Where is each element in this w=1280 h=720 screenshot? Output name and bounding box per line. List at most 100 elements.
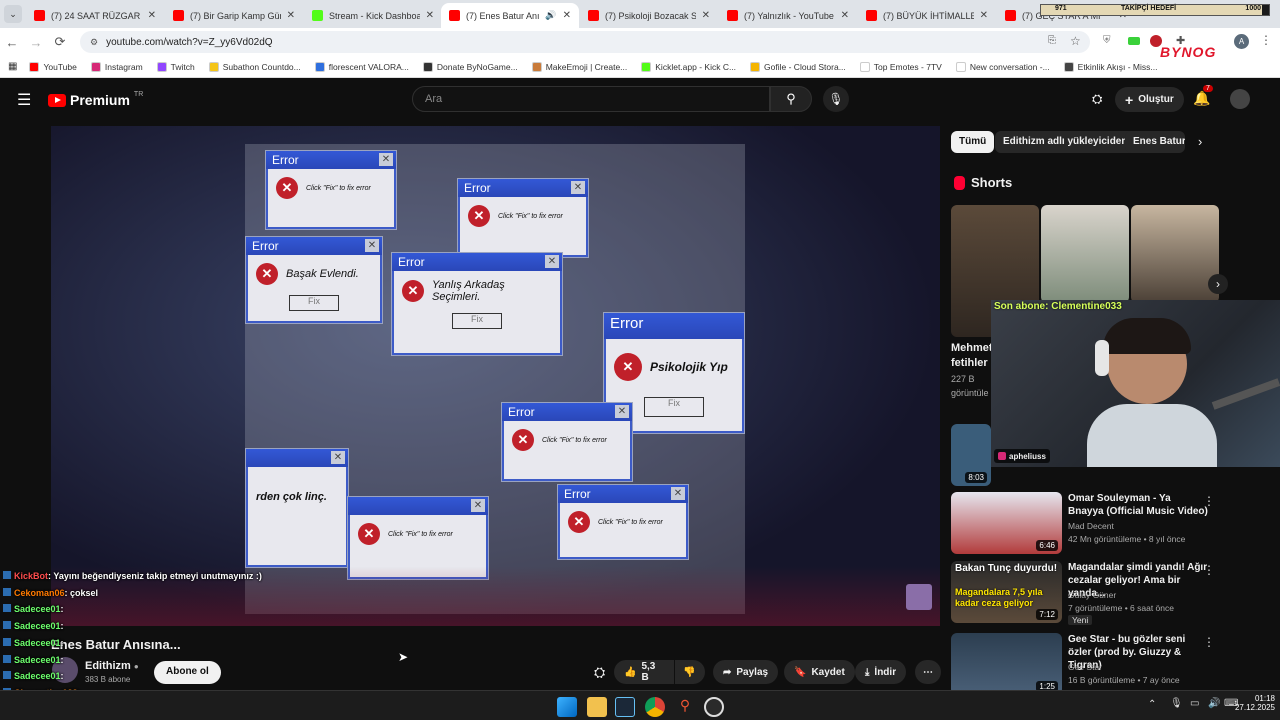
bookmark-item[interactable]: Gofile - Cloud Stora... — [750, 61, 846, 72]
chip-uploader[interactable]: Edithizm adlı yükleyiciden — [995, 131, 1136, 153]
address-bar[interactable]: ⚙ youtube.com/watch?v=Z_yy6Vd02dQ — [80, 31, 1090, 53]
extension-green-icon[interactable] — [1128, 37, 1140, 45]
bookmark-star-icon[interactable]: ☆ — [1070, 34, 1081, 48]
short-thumbnail[interactable] — [1131, 205, 1219, 303]
browser-tab[interactable]: (7) Yalnızlık - YouTube ✕ — [719, 3, 857, 28]
voice-search-button[interactable]: 🎙 — [823, 86, 849, 112]
video-thumbnail: Bakan Tunç duyurdu! Magandalara 7,5 yıla … — [951, 561, 1062, 623]
clock[interactable]: 01:18 27.12.2025 — [1225, 694, 1275, 712]
browser-tab[interactable]: Stream - Kick Dashboard ✕ — [304, 3, 442, 28]
install-icon[interactable]: ⎘ — [1048, 35, 1056, 46]
create-button[interactable]: + Oluştur — [1115, 87, 1184, 112]
more-options-icon[interactable]: ⋮ — [1203, 563, 1215, 577]
tab-close-icon[interactable]: ✕ — [702, 10, 710, 21]
file-explorer-icon[interactable] — [587, 697, 607, 717]
tab-close-icon[interactable]: ✕ — [426, 10, 434, 21]
bookmark-item[interactable]: MakeEmoji | Create... — [531, 61, 627, 72]
site-info-icon[interactable]: ⚙ — [90, 37, 98, 48]
chip-enes-batur[interactable]: Enes Batur — [1125, 131, 1185, 153]
reload-icon[interactable]: ⟳ — [48, 34, 72, 50]
extension-action-icon[interactable]: ⛭ — [594, 664, 605, 681]
error-x-icon: ✕ — [358, 523, 380, 545]
browser-tab[interactable]: (7) Bir Garip Kamp Günlüğ ✕ — [165, 3, 303, 28]
clock-date: 27.12.2025 — [1234, 703, 1275, 712]
extension-shield-icon[interactable]: ⛨ — [1103, 35, 1111, 46]
bookmark-item[interactable]: Twitch — [156, 61, 195, 72]
steam-icon[interactable] — [615, 697, 635, 717]
back-icon[interactable]: ← — [0, 35, 24, 50]
forward-icon[interactable]: → — [24, 35, 48, 50]
error-x-icon: ✕ — [512, 429, 534, 451]
tray-network-icon[interactable]: ▭ — [1190, 698, 1199, 709]
tab-list-button[interactable]: ⌄ — [4, 5, 22, 23]
browser-tab[interactable]: (7) BÜYÜK İHTİMALLE BÜ ✕ — [858, 3, 996, 28]
browser-tab[interactable]: (7) Psikoloji Bozacak Sad ✕ — [580, 3, 718, 28]
bookmark-item[interactable]: YouTube — [29, 61, 77, 72]
recommended-video[interactable]: 1:25 Gee Star - bu gözler seni özler (pro… — [951, 633, 1263, 695]
premium-extension-icon[interactable]: ⛭ — [1092, 91, 1102, 107]
channel-name[interactable]: Edithizm ● — [85, 660, 139, 672]
chip-all[interactable]: Tümü — [951, 131, 995, 153]
hamburger-menu-icon[interactable]: ☰ — [17, 90, 31, 110]
recommended-video[interactable]: 6:46 Omar Souleyman - Ya Bnayya (Official… — [951, 492, 1263, 554]
short-thumbnail[interactable] — [1041, 205, 1129, 303]
notifications-button[interactable]: 🔔 7 — [1193, 85, 1213, 107]
bookmark-item[interactable]: Kicklet.app - Kick C... — [641, 61, 736, 72]
more-actions-button[interactable]: ⋯ — [915, 660, 941, 684]
fix-button: Fix — [289, 295, 339, 311]
bookmark-item[interactable]: Top Emotes - 7TV — [859, 61, 942, 72]
save-button[interactable]: 🔖 Kaydet — [784, 660, 855, 684]
bookmark-label: Subathon Countdo... — [222, 61, 301, 72]
account-avatar[interactable] — [1230, 89, 1250, 109]
bookmark-item[interactable]: New conversation -... — [955, 61, 1050, 72]
tab-close-icon[interactable]: ✕ — [287, 10, 295, 21]
tab-close-icon[interactable]: ✕ — [980, 10, 988, 21]
more-options-icon[interactable]: ⋮ — [1203, 635, 1215, 649]
bookmark-item[interactable]: Donate ByNoGame... — [422, 61, 518, 72]
chevron-right-icon[interactable]: › — [1198, 134, 1202, 149]
more-options-icon[interactable]: ⋮ — [1203, 494, 1215, 508]
error-title: Error — [272, 153, 299, 167]
share-icon: ➦ — [723, 666, 732, 678]
tab-close-icon[interactable]: ✕ — [841, 10, 849, 21]
browser-menu-icon[interactable]: ⋮ — [1260, 33, 1272, 47]
bookmark-item[interactable]: Instagram — [90, 61, 143, 72]
like-button[interactable]: 👍 5,3 B — [614, 660, 674, 684]
start-button[interactable] — [557, 697, 577, 717]
search-input[interactable]: Ara — [412, 86, 770, 112]
channel-name: Gee Star — [1068, 662, 1103, 672]
tray-mic-icon[interactable]: 🎙 — [1170, 698, 1183, 709]
pin-app-icon[interactable]: ⚲ — [675, 697, 695, 717]
share-button[interactable]: ➦ Paylaş — [713, 660, 779, 684]
download-button[interactable]: ⤓ İndir — [855, 660, 907, 684]
tab-title: Stream - Kick Dashboard — [329, 10, 420, 21]
browser-tab[interactable]: (7) 24 SAAT RÜZGAR TÜRKİ ✕ — [26, 3, 164, 28]
tab-close-icon[interactable]: ✕ — [563, 10, 571, 21]
tab-favicon-icon — [173, 10, 184, 21]
video-player[interactable]: Error ✕ ✕ Click "Fix" to fix error Error ✕ … — [51, 126, 940, 626]
tab-favicon-icon — [449, 10, 460, 21]
profile-avatar[interactable]: A — [1234, 34, 1249, 49]
tray-chevron-icon[interactable]: ⌃ — [1148, 699, 1156, 710]
player-mini-thumbnail[interactable] — [906, 584, 932, 610]
chat-username: Cekoman06 — [14, 588, 65, 598]
tab-title: (7) Yalnızlık - YouTube — [744, 10, 834, 21]
youtube-logo[interactable]: Premium TR — [48, 91, 143, 108]
cam-handle-badge: apheliuss — [994, 449, 1050, 463]
tab-close-icon[interactable]: ✕ — [148, 10, 156, 21]
browser-tab[interactable]: (7) Enes Batur Anısına 🔊 ✕ — [441, 3, 579, 28]
close-icon: ✕ — [571, 181, 585, 194]
shorts-next-icon[interactable]: › — [1208, 274, 1228, 294]
bookmark-item[interactable]: florescent VALORA... — [314, 61, 409, 72]
bookmark-item[interactable]: Subathon Countdo... — [208, 61, 301, 72]
apps-grid-icon[interactable]: ▦ — [8, 61, 17, 72]
tray-volume-icon[interactable]: 🔊 — [1208, 698, 1220, 709]
chrome-icon[interactable] — [645, 697, 665, 717]
bookmark-item[interactable]: Etkinlik Akışı - Miss... — [1063, 61, 1157, 72]
obs-icon[interactable] — [704, 697, 724, 717]
subscribe-button[interactable]: Abone ol — [154, 661, 221, 684]
dislike-button[interactable]: 👎 — [675, 660, 705, 684]
tab-audio-icon[interactable]: 🔊 — [545, 10, 556, 21]
recommended-video[interactable]: Bakan Tunç duyurdu! Magandalara 7,5 yıla … — [951, 561, 1263, 625]
search-button[interactable]: ⚲ — [770, 86, 812, 112]
